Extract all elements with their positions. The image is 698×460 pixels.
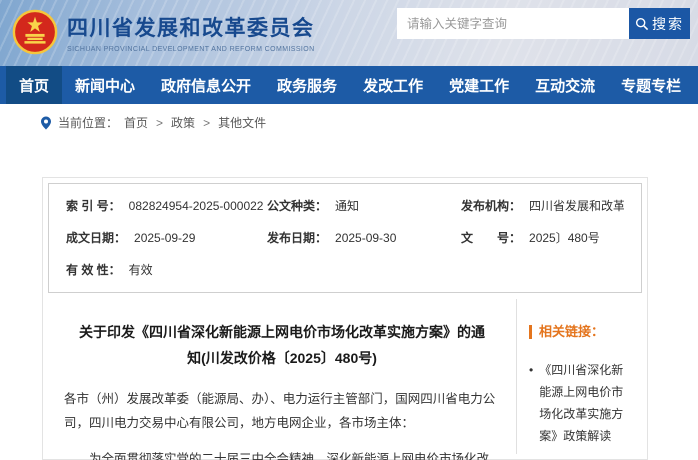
document-body: 各市（州）发展改革委（能源局、办）、电力运行主管部门，国网四川省电力公司，四川电…: [48, 387, 516, 460]
meta-document-type: 公文种类： 通知: [267, 195, 461, 217]
nav-item-special-topics[interactable]: 专题专栏: [608, 66, 694, 104]
related-links-heading: 相关链接：: [529, 325, 634, 339]
nav-item-home[interactable]: 首页: [6, 66, 62, 104]
nav-item-interaction[interactable]: 互动交流: [522, 66, 608, 104]
related-link-policy-interpretation[interactable]: • 《四川省深化新能源上网电价市场化改革实施方案》政策解读: [529, 359, 634, 447]
nav-item-gov-info-disclosure[interactable]: 政府信息公开: [148, 66, 264, 104]
site-header: 四川省发展和改革委员会 SICHUAN PROVINCIAL DEVELOPME…: [0, 0, 698, 66]
meta-issuing-agency: 发布机构： 四川省发展和改革委员会 四川省…: [461, 195, 624, 217]
breadcrumb-prefix: 当前位置：: [58, 114, 118, 131]
search-button[interactable]: 搜索: [629, 8, 690, 39]
nav-item-party-building[interactable]: 党建工作: [436, 66, 522, 104]
meta-validity: 有 效 性： 有效: [66, 259, 267, 281]
site-subtitle: SICHUAN PROVINCIAL DEVELOPMENT AND REFOR…: [67, 46, 315, 53]
nav-item-data-release[interactable]: 数据发布: [694, 66, 698, 104]
meta-publish-date: 发布日期： 2025-09-30: [267, 227, 461, 249]
document-title: 关于印发《四川省深化新能源上网电价市场化改革实施方案》的通知(川发改价格〔202…: [48, 319, 516, 371]
breadcrumb: 当前位置： 首页 > 政策 > 其他文件: [0, 104, 698, 141]
nav-item-gov-services[interactable]: 政务服务: [264, 66, 350, 104]
body-paragraph: 各市（州）发展改革委（能源局、办）、电力运行主管部门，国网四川省电力公司，四川电…: [48, 387, 516, 435]
search-input[interactable]: [397, 8, 629, 39]
bullet-icon: •: [529, 359, 533, 447]
breadcrumb-separator: >: [156, 116, 163, 130]
content-container: 索 引 号： 082824954-2025-000022 公文种类： 通知 发布…: [42, 177, 648, 460]
search-icon: [635, 17, 649, 31]
document-meta-table: 索 引 号： 082824954-2025-000022 公文种类： 通知 发布…: [48, 183, 642, 293]
related-links-panel: 相关链接： • 《四川省深化新能源上网电价市场化改革实施方案》政策解读: [516, 299, 642, 454]
site-brand[interactable]: 四川省发展和改革委员会 SICHUAN PROVINCIAL DEVELOPME…: [12, 9, 315, 55]
location-pin-icon: [40, 116, 52, 130]
search-button-label: 搜索: [652, 14, 684, 34]
national-emblem-icon: [12, 9, 58, 55]
body-paragraph: 为全面贯彻落实党的二十届三中全会精神，深化新能源上网电价市场化改革，根据国家发展…: [48, 447, 516, 460]
meta-index-number: 索 引 号： 082824954-2025-000022: [66, 195, 267, 217]
search-bar: 搜索: [397, 8, 690, 39]
meta-written-date: 成文日期： 2025-09-29: [66, 227, 267, 249]
breadcrumb-policy[interactable]: 政策: [171, 114, 195, 131]
breadcrumb-home[interactable]: 首页: [124, 114, 148, 131]
breadcrumb-separator: >: [203, 116, 210, 130]
meta-document-number: 文 号： 2025〕480号: [461, 227, 624, 249]
main-nav: 首页 新闻中心 政府信息公开 政务服务 发改工作 党建工作 互动交流 专题专栏 …: [0, 66, 698, 104]
breadcrumb-other-documents[interactable]: 其他文件: [218, 114, 266, 131]
site-title: 四川省发展和改革委员会: [67, 12, 315, 42]
article-column: 关于印发《四川省深化新能源上网电价市场化改革实施方案》的通知(川发改价格〔202…: [48, 299, 516, 454]
nav-item-news[interactable]: 新闻中心: [62, 66, 148, 104]
nav-item-ndrc-work[interactable]: 发改工作: [350, 66, 436, 104]
